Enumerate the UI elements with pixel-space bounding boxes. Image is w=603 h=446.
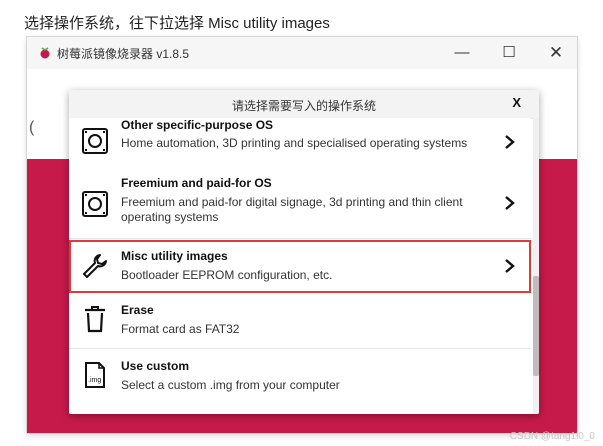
os-item-description: Home automation, 3D printing and special… [121,136,468,150]
dialog-header: 请选择需要写入的操作系统 X [69,90,539,119]
os-item-other-specific-purpose[interactable]: Other specific-purpose OS Home automatio… [69,118,531,169]
svg-text:.img: .img [88,377,101,384]
trash-icon [85,306,105,333]
chevron-right-icon [505,196,515,210]
minimize-button[interactable]: — [443,41,481,65]
os-item-misc-utility-images[interactable]: Misc utility images Bootloader EEPROM co… [69,240,531,293]
title-bar: 树莓派镜像烧录器 v1.8.5 — ☐ ✕ [27,37,577,69]
os-item-name: Other specific-purpose OS [121,118,274,132]
window-title: 树莓派镜像烧录器 v1.8.5 [57,47,190,61]
background-text: ( [29,119,35,136]
os-item-description: Bootloader EEPROM configuration, etc. [121,268,333,282]
dialog-close-button[interactable]: X [512,95,521,110]
chevron-right-icon [505,135,515,149]
os-item-name: Freemium and paid-for OS [121,176,272,190]
os-list: Other specific-purpose OS Home automatio… [69,118,539,414]
os-item-description: Format card as FAT32 [121,322,240,336]
os-select-dialog: 请选择需要写入的操作系统 X Other specific-purpose OS… [69,90,539,414]
os-item-name: Misc utility images [121,249,228,263]
maximize-button[interactable]: ☐ [490,41,528,65]
os-item-use-custom[interactable]: .img Use custom Select a custom .img fro… [69,349,531,413]
os-item-name: Use custom [121,359,190,373]
raspberry-icon [40,47,50,59]
os-item-erase[interactable]: Erase Format card as FAT32 [69,293,531,349]
os-item-description: Select a custom .img from your computer [121,378,340,392]
instruction-caption: 选择操作系统，往下拉选择 Misc utility images [24,15,330,32]
os-item-name: Erase [121,303,154,317]
os-item-freemium[interactable]: Freemium and paid-for OS Freemium and pa… [69,168,531,239]
wrench-icon [83,254,107,278]
dialog-title: 请选择需要写入的操作系统 [231,99,376,113]
sd-card-icon [82,191,108,217]
chevron-right-icon [505,259,515,273]
watermark: CSDN @tang1l0_0 [509,431,595,442]
scrollbar-thumb[interactable] [533,276,539,376]
dialog-scrollbar[interactable] [533,118,539,414]
sd-card-icon [82,128,108,154]
os-item-description: Freemium and paid-for digital signage, 3… [121,195,463,224]
img-file-icon: .img [85,362,105,388]
close-button[interactable]: ✕ [537,41,575,65]
